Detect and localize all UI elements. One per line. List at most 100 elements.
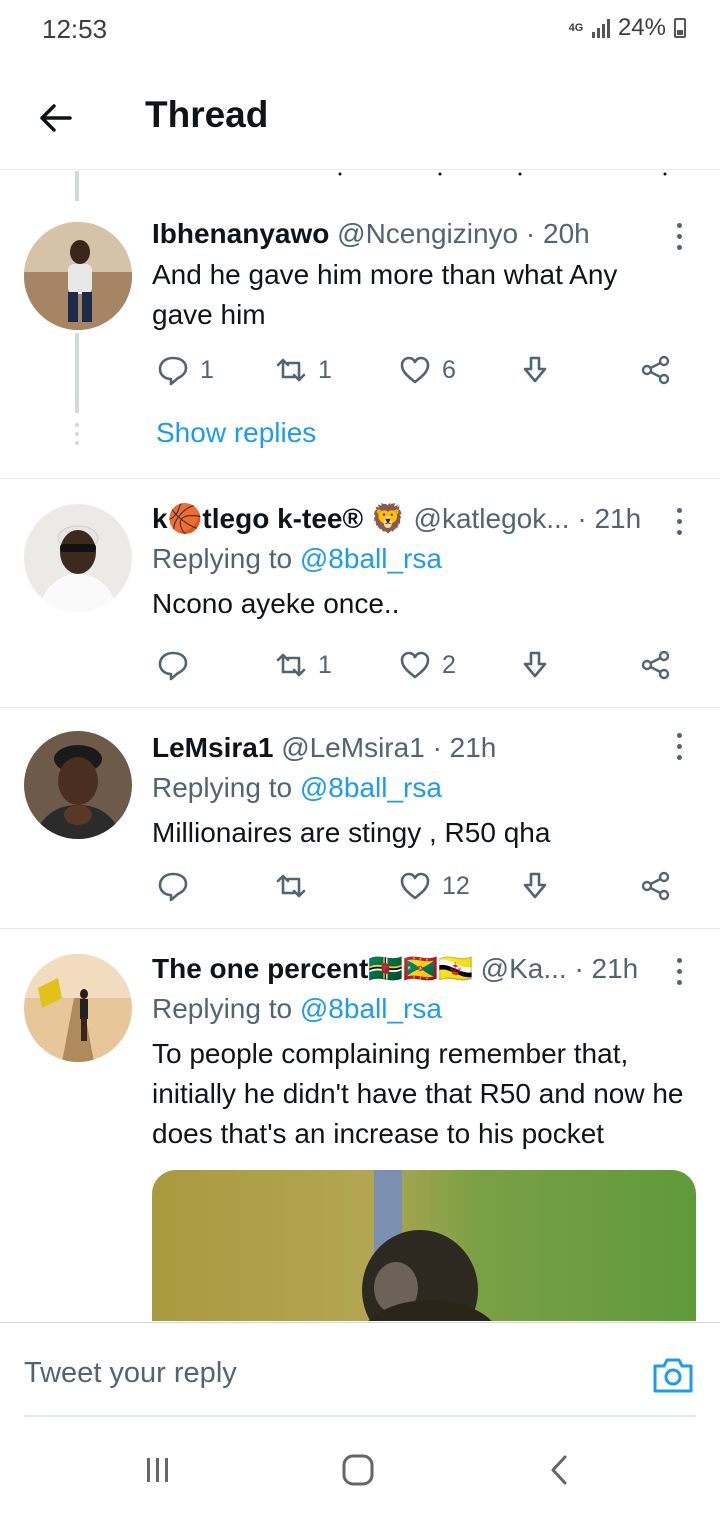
retweet-button[interactable]: 1 bbox=[274, 648, 332, 682]
download-button[interactable] bbox=[518, 869, 552, 903]
retweet-icon bbox=[276, 653, 306, 677]
thread-header: Thread bbox=[0, 62, 720, 170]
like-button[interactable]: 2 bbox=[398, 648, 456, 682]
share-button[interactable] bbox=[638, 869, 672, 903]
retweet-button[interactable] bbox=[274, 869, 318, 903]
tweet-text: Ncono ayeke once.. bbox=[152, 588, 400, 619]
tweet-meta: Ibhenanyawo @Ncengizinyo · 20h bbox=[152, 215, 696, 253]
mention-link[interactable]: @8ball_rsa bbox=[300, 543, 442, 574]
share-icon bbox=[641, 650, 670, 680]
like-button[interactable]: 12 bbox=[398, 869, 470, 903]
show-replies-link[interactable]: Show replies bbox=[156, 417, 316, 449]
camera-icon bbox=[653, 1358, 693, 1393]
tweet-text: And he gave him more than what Any gave … bbox=[152, 259, 618, 330]
share-button[interactable] bbox=[638, 353, 672, 387]
reply-icon bbox=[158, 651, 188, 681]
download-icon bbox=[523, 872, 547, 899]
display-name[interactable]: The one percent🇩🇲🇬🇩🇧🇳 bbox=[152, 953, 473, 984]
display-name[interactable]: LeMsira1 bbox=[152, 732, 273, 763]
share-icon bbox=[641, 355, 670, 385]
mention-link[interactable]: @8ball_rsa bbox=[300, 993, 442, 1024]
user-handle[interactable]: @Ncengizinyo bbox=[337, 218, 518, 249]
user-handle[interactable]: @LeMsira1 bbox=[281, 732, 425, 763]
tweet-meta: k🏀tlego k-tee® 🦁 @katlegok... · 21h bbox=[152, 500, 696, 538]
download-icon bbox=[523, 651, 547, 678]
tweet-item[interactable]: LeMsira1 @LeMsira1 · 21h Replying to @8b… bbox=[0, 709, 720, 929]
status-time: 12:53 bbox=[42, 14, 108, 44]
tweet-meta: LeMsira1 @LeMsira1 · 21h bbox=[152, 729, 696, 767]
download-button[interactable] bbox=[518, 648, 552, 682]
tweet-time: · 21h bbox=[577, 503, 642, 534]
retweet-count: 1 bbox=[318, 355, 332, 384]
reply-count: 1 bbox=[200, 355, 214, 384]
tweet-media-image[interactable] bbox=[152, 1170, 696, 1321]
status-bar: 12:53 4G 24% bbox=[0, 0, 720, 62]
reply-icon bbox=[158, 356, 188, 386]
more-vertical-icon[interactable] bbox=[674, 733, 684, 760]
mention-link[interactable]: @8ball_rsa bbox=[300, 772, 442, 803]
reply-button[interactable] bbox=[156, 869, 200, 903]
system-nav-bar bbox=[0, 1420, 720, 1520]
camera-button[interactable] bbox=[652, 1356, 694, 1394]
retweet-count: 1 bbox=[318, 650, 332, 679]
tweet-time: · 21h bbox=[574, 953, 639, 984]
replying-to-label: Replying to bbox=[152, 772, 293, 803]
display-name[interactable]: k🏀tlego k-tee® 🦁 bbox=[152, 503, 406, 534]
tweet-time: · 20h bbox=[525, 218, 590, 249]
user-handle[interactable]: @katlegok... bbox=[414, 503, 570, 534]
replying-to: Replying to @8ball_rsa bbox=[152, 538, 696, 580]
like-icon bbox=[400, 356, 430, 384]
avatar[interactable] bbox=[24, 731, 132, 839]
download-icon bbox=[523, 356, 547, 383]
system-back-button[interactable] bbox=[538, 1450, 582, 1490]
retweet-icon bbox=[276, 874, 306, 898]
reply-input[interactable]: Tweet your reply bbox=[24, 1357, 237, 1390]
thread-connector bbox=[75, 171, 79, 201]
more-vertical-icon[interactable] bbox=[674, 958, 684, 985]
tweet-meta: The one percent🇩🇲🇬🇩🇧🇳 @Ka... · 21h bbox=[152, 950, 696, 988]
tweet-time: · 21h bbox=[432, 732, 497, 763]
like-count: 2 bbox=[442, 650, 456, 679]
avatar[interactable] bbox=[24, 222, 132, 330]
share-icon bbox=[641, 871, 670, 901]
reply-button[interactable]: 1 bbox=[156, 353, 214, 387]
thread-connector bbox=[75, 333, 79, 413]
tweet-item[interactable]: The one percent🇩🇲🇬🇩🇧🇳 @Ka... · 21h Reply… bbox=[0, 930, 720, 1321]
tweet-content: k🏀tlego k-tee® 🦁 @katlegok... · 21h Repl… bbox=[152, 500, 696, 624]
replying-to: Replying to @8ball_rsa bbox=[152, 767, 696, 809]
back-icon bbox=[551, 1455, 567, 1485]
back-arrow-icon bbox=[40, 104, 72, 132]
download-button[interactable] bbox=[518, 353, 552, 387]
tweet-item[interactable]: k🏀tlego k-tee® 🦁 @katlegok... · 21h Repl… bbox=[0, 480, 720, 708]
like-count: 12 bbox=[442, 871, 470, 900]
retweet-button[interactable]: 1 bbox=[274, 353, 332, 387]
avatar[interactable] bbox=[24, 954, 132, 1062]
tweet-actions: 1 1 6 bbox=[152, 353, 682, 393]
like-button[interactable]: 6 bbox=[398, 353, 456, 387]
replying-to: Replying to @8ball_rsa bbox=[152, 988, 696, 1030]
home-icon bbox=[342, 1454, 374, 1486]
reply-icon bbox=[158, 872, 188, 902]
reply-divider bbox=[24, 1415, 696, 1417]
more-vertical-icon[interactable] bbox=[674, 223, 684, 250]
user-handle[interactable]: @Ka... bbox=[481, 953, 567, 984]
battery-icon bbox=[674, 18, 686, 38]
thread-feed[interactable]: Ibhenanyawo @Ncengizinyo · 20h And he ga… bbox=[0, 171, 720, 1321]
display-name[interactable]: Ibhenanyawo bbox=[152, 218, 329, 249]
share-button[interactable] bbox=[638, 648, 672, 682]
reply-button[interactable] bbox=[156, 648, 200, 682]
home-button[interactable] bbox=[336, 1450, 380, 1490]
like-count: 6 bbox=[442, 355, 456, 384]
status-indicators: 4G 24% bbox=[568, 14, 686, 42]
tweet-content: LeMsira1 @LeMsira1 · 21h Replying to @8b… bbox=[152, 729, 696, 853]
recents-button[interactable] bbox=[136, 1450, 180, 1490]
avatar[interactable] bbox=[24, 504, 132, 612]
page-title: Thread bbox=[145, 94, 269, 135]
network-type: 4G bbox=[568, 22, 584, 34]
tweet-actions: 12 bbox=[152, 869, 682, 909]
tweet-item[interactable]: Ibhenanyawo @Ncengizinyo · 20h And he ga… bbox=[0, 171, 720, 479]
more-vertical-icon[interactable] bbox=[674, 508, 684, 535]
tweet-text: To people complaining remember that, ini… bbox=[152, 1038, 684, 1149]
reply-composer[interactable]: Tweet your reply bbox=[0, 1322, 720, 1418]
back-button[interactable] bbox=[30, 92, 82, 144]
